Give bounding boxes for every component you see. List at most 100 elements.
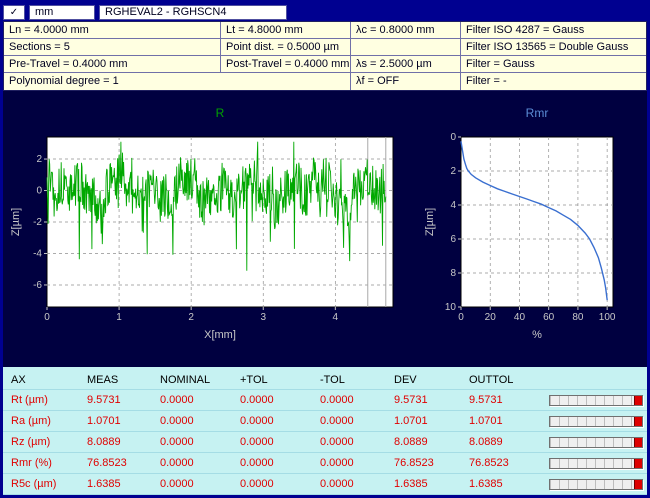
result-ntol: 0.0000 <box>312 436 386 448</box>
svg-text:40: 40 <box>514 312 526 323</box>
result-ntol: 0.0000 <box>312 415 386 427</box>
param-polynomial-degree: Polynomial degree = 1 <box>4 73 351 90</box>
svg-text:-4: -4 <box>33 248 42 259</box>
svg-text:-2: -2 <box>33 217 42 228</box>
svg-text:60: 60 <box>543 312 555 323</box>
result-dev: 9.5731 <box>386 394 461 406</box>
charts-canvas: R0123420-2-4-6X[mm]Z[µm]Rmr0204060801000… <box>3 91 647 367</box>
svg-text:0: 0 <box>458 312 464 323</box>
result-ptol: 0.0000 <box>232 478 312 490</box>
table-row[interactable]: Rt (µm)9.57310.00000.00000.00009.57319.5… <box>3 390 647 411</box>
result-ax: Rmr (%) <box>3 457 79 469</box>
tolerance-marker-icon <box>634 417 642 426</box>
param-pre-travel: Pre-Travel = 0.4000 mm <box>4 56 221 73</box>
tolerance-marker-icon <box>634 438 642 447</box>
result-ax: Ra (µm) <box>3 415 79 427</box>
result-meas: 1.6385 <box>79 478 152 490</box>
param-lambda-f: λf = OFF <box>351 73 461 90</box>
tolerance-marker-icon <box>634 396 642 405</box>
tolerance-bar <box>549 479 643 490</box>
result-meas: 76.8523 <box>79 457 152 469</box>
svg-text:10: 10 <box>445 302 457 313</box>
results-header-meas: MEAS <box>79 374 152 386</box>
svg-text:80: 80 <box>572 312 584 323</box>
svg-text:-6: -6 <box>33 280 42 291</box>
results-header-nominal: NOMINAL <box>152 374 232 386</box>
svg-text:20: 20 <box>485 312 497 323</box>
table-row[interactable]: Rmr (%)76.85230.00000.00000.000076.85237… <box>3 453 647 474</box>
param-sections: Sections = 5 <box>4 39 221 56</box>
result-nominal: 0.0000 <box>152 478 232 490</box>
result-meas: 9.5731 <box>79 394 152 406</box>
result-ptol: 0.0000 <box>232 457 312 469</box>
tolerance-marker-icon <box>634 480 642 489</box>
profile-x-axis-label: X[mm] <box>204 329 236 341</box>
svg-text:0: 0 <box>44 312 50 323</box>
parameter-table: Ln = 4.0000 mm Lt = 4.8000 mm λc = 0.800… <box>3 21 647 91</box>
rmr-x-axis-label: % <box>532 329 542 341</box>
results-header-tol: -TOL <box>312 374 386 386</box>
result-dev: 1.0701 <box>386 415 461 427</box>
param-lambda-c: λc = 0.8000 mm <box>351 22 461 39</box>
svg-text:4: 4 <box>333 312 339 323</box>
results-header-row: AXMEASNOMINAL+TOL-TOLDEVOUTTOL <box>3 370 647 390</box>
result-ptol: 0.0000 <box>232 436 312 448</box>
result-dev: 1.6385 <box>386 478 461 490</box>
results-body: Rt (µm)9.57310.00000.00000.00009.57319.5… <box>3 390 647 495</box>
param-empty-cell <box>351 39 461 56</box>
rmr-y-axis-label: Z[µm] <box>424 208 436 236</box>
param-point-dist: Point dist. = 0.5000 µm <box>221 39 351 56</box>
rmr-chart-title: Rmr <box>526 106 549 120</box>
results-table: AXMEASNOMINAL+TOL-TOLDEVOUTTOL Rt (µm)9.… <box>3 367 647 495</box>
param-post-travel: Post-Travel = 0.4000 mm <box>221 56 351 73</box>
param-ln: Ln = 4.0000 mm <box>4 22 221 39</box>
profile-chart-title: R <box>216 106 225 120</box>
table-row[interactable]: R5c (µm)1.63850.00000.00000.00001.63851.… <box>3 474 647 495</box>
result-dev: 76.8523 <box>386 457 461 469</box>
checkmark-icon: ✓ <box>10 6 18 19</box>
result-ptol: 0.0000 <box>232 394 312 406</box>
table-row[interactable]: Rz (µm)8.08890.00000.00000.00008.08898.0… <box>3 432 647 453</box>
table-row[interactable]: Ra (µm)1.07010.00000.00000.00001.07011.0… <box>3 411 647 432</box>
result-outtol: 76.8523 <box>461 457 543 469</box>
result-ax: Rz (µm) <box>3 436 79 448</box>
result-ax: Rt (µm) <box>3 394 79 406</box>
param-filter-iso13565: Filter ISO 13565 = Double Gauss <box>461 39 646 56</box>
svg-text:0: 0 <box>36 186 42 197</box>
param-filter-lf: Filter = - <box>461 73 646 90</box>
svg-text:0: 0 <box>450 132 456 143</box>
tolerance-bar <box>549 416 643 427</box>
result-ntol: 0.0000 <box>312 457 386 469</box>
titlebar: ✓ mm RGHEVAL2 - RGHSCN4 <box>3 3 647 21</box>
svg-text:2: 2 <box>36 154 42 165</box>
result-meas: 8.0889 <box>79 436 152 448</box>
unit-field[interactable]: mm <box>29 5 95 20</box>
results-header-tol: +TOL <box>232 374 312 386</box>
svg-text:100: 100 <box>599 312 616 323</box>
svg-text:1: 1 <box>116 312 122 323</box>
results-header-ax: AX <box>3 374 79 386</box>
svg-text:6: 6 <box>450 234 456 245</box>
results-header-outtol: OUTTOL <box>461 374 543 386</box>
app-window: ✓ mm RGHEVAL2 - RGHSCN4 Ln = 4.0000 mm L… <box>0 0 650 498</box>
result-outtol: 8.0889 <box>461 436 543 448</box>
profile-y-axis-label: Z[µm] <box>10 208 22 236</box>
result-ntol: 0.0000 <box>312 478 386 490</box>
confirm-button[interactable]: ✓ <box>3 5 25 20</box>
result-meas: 1.0701 <box>79 415 152 427</box>
result-ptol: 0.0000 <box>232 415 312 427</box>
result-ax: R5c (µm) <box>3 478 79 490</box>
result-dev: 8.0889 <box>386 436 461 448</box>
result-outtol: 9.5731 <box>461 394 543 406</box>
tolerance-bar <box>549 458 643 469</box>
svg-text:4: 4 <box>450 200 456 211</box>
param-lambda-s: λs = 2.5000 µm <box>351 56 461 73</box>
param-filter-ls: Filter = Gauss <box>461 56 646 73</box>
svg-text:3: 3 <box>260 312 266 323</box>
result-nominal: 0.0000 <box>152 394 232 406</box>
results-header-dev: DEV <box>386 374 461 386</box>
svg-text:2: 2 <box>450 166 456 177</box>
param-filter-iso4287: Filter ISO 4287 = Gauss <box>461 22 646 39</box>
tolerance-bar <box>549 437 643 448</box>
svg-text:8: 8 <box>450 268 456 279</box>
